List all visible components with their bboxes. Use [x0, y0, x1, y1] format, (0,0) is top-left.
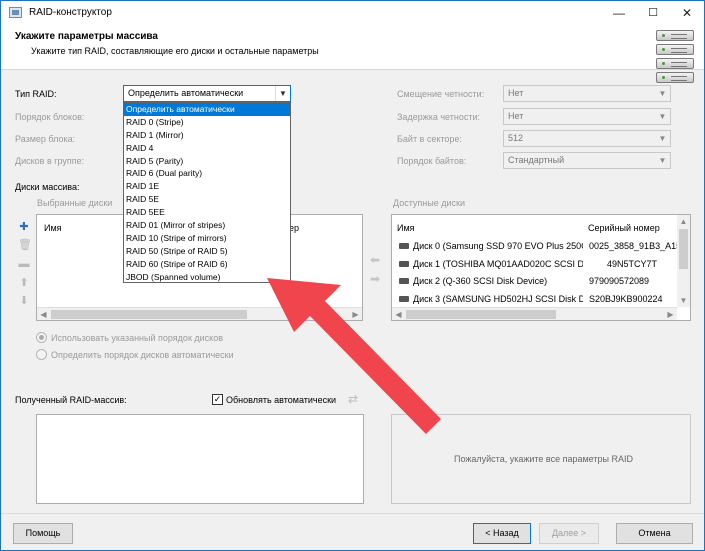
- raid-builder-window: RAID-конструктор — ☐ ✕ Укажите параметры…: [0, 0, 705, 551]
- annotation-arrow-icon: [267, 278, 441, 434]
